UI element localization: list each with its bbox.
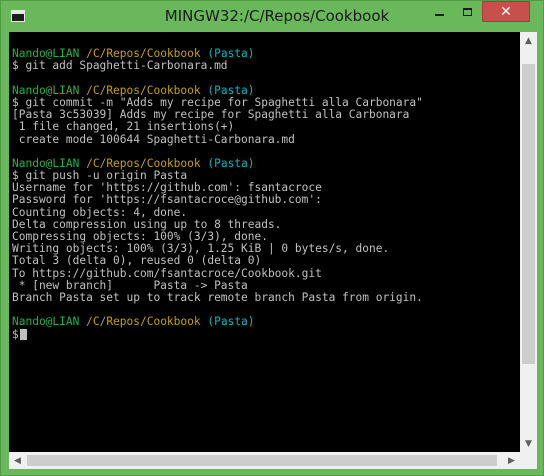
horizontal-scroll-thumb[interactable] <box>27 455 497 466</box>
output-line: Total 3 (delta 0), reused 0 (delta 0) <box>12 254 262 268</box>
console-client-area: Nando@LIAN /C/Repos/Cookbook (Pasta) $ gi… <box>9 32 537 469</box>
close-icon: ✕ <box>500 3 512 20</box>
prompt-branch: (Pasta) <box>207 83 255 97</box>
prompt-line: Nando@LIAN /C/Repos/Cookbook (Pasta) <box>12 316 520 328</box>
terminal-output[interactable]: Nando@LIAN /C/Repos/Cookbook (Pasta) $ gi… <box>9 32 520 452</box>
minimize-icon <box>434 13 444 16</box>
prompt-user: Nando@LIAN <box>12 83 80 97</box>
output-line: Password for 'https://fsantacroce@github… <box>12 193 322 207</box>
input-line: $ <box>12 327 520 341</box>
output-line: $ git add Spaghetti-Carbonara.md <box>12 59 228 73</box>
scroll-left-arrow-icon[interactable]: ◀ <box>9 452 26 469</box>
prompt-user: Nando@LIAN <box>12 47 80 61</box>
maximize-icon <box>462 7 472 16</box>
maximize-button[interactable] <box>453 1 481 22</box>
scroll-down-arrow-icon[interactable]: ▼ <box>520 435 537 452</box>
output-line: Counting objects: 4, done. <box>12 205 188 219</box>
close-button[interactable]: ✕ <box>482 1 530 22</box>
terminal-window: MINGW32:/C/Repos/Cookbook ✕ Nando@LIAN /… <box>0 0 544 476</box>
prompt-branch: (Pasta) <box>207 315 255 329</box>
output-line: 1 file changed, 21 insertions(+) <box>12 120 235 134</box>
vertical-scroll-thumb[interactable] <box>522 64 535 364</box>
prompt-branch: (Pasta) <box>207 47 255 61</box>
prompt-path: /C/Repos/Cookbook <box>86 315 201 329</box>
horizontal-scrollbar[interactable]: ◀ ▶ <box>9 452 520 469</box>
prompt-branch: (Pasta) <box>207 156 255 170</box>
scrollbar-corner <box>520 452 537 469</box>
prompt-path: /C/Repos/Cookbook <box>86 47 201 61</box>
prompt-path: /C/Repos/Cookbook <box>86 156 201 170</box>
vertical-scrollbar[interactable]: ▲ ▼ <box>520 32 537 452</box>
scroll-up-arrow-icon[interactable]: ▲ <box>520 32 537 49</box>
minimize-button[interactable] <box>425 1 453 22</box>
output-line: create mode 100644 Spaghetti-Carbonara.m… <box>12 132 295 146</box>
output-line: Branch Pasta set up to track remote bran… <box>12 290 423 304</box>
scroll-right-arrow-icon[interactable]: ▶ <box>503 452 520 469</box>
input-prompt: $ <box>12 327 19 341</box>
prompt-user: Nando@LIAN <box>12 315 80 329</box>
prompt-user: Nando@LIAN <box>12 156 80 170</box>
prompt-path: /C/Repos/Cookbook <box>86 83 201 97</box>
output-line: To https://github.com/fsantacroce/Cookbo… <box>12 266 322 280</box>
title-bar[interactable]: MINGW32:/C/Repos/Cookbook ✕ <box>1 1 543 31</box>
text-cursor <box>19 328 27 340</box>
